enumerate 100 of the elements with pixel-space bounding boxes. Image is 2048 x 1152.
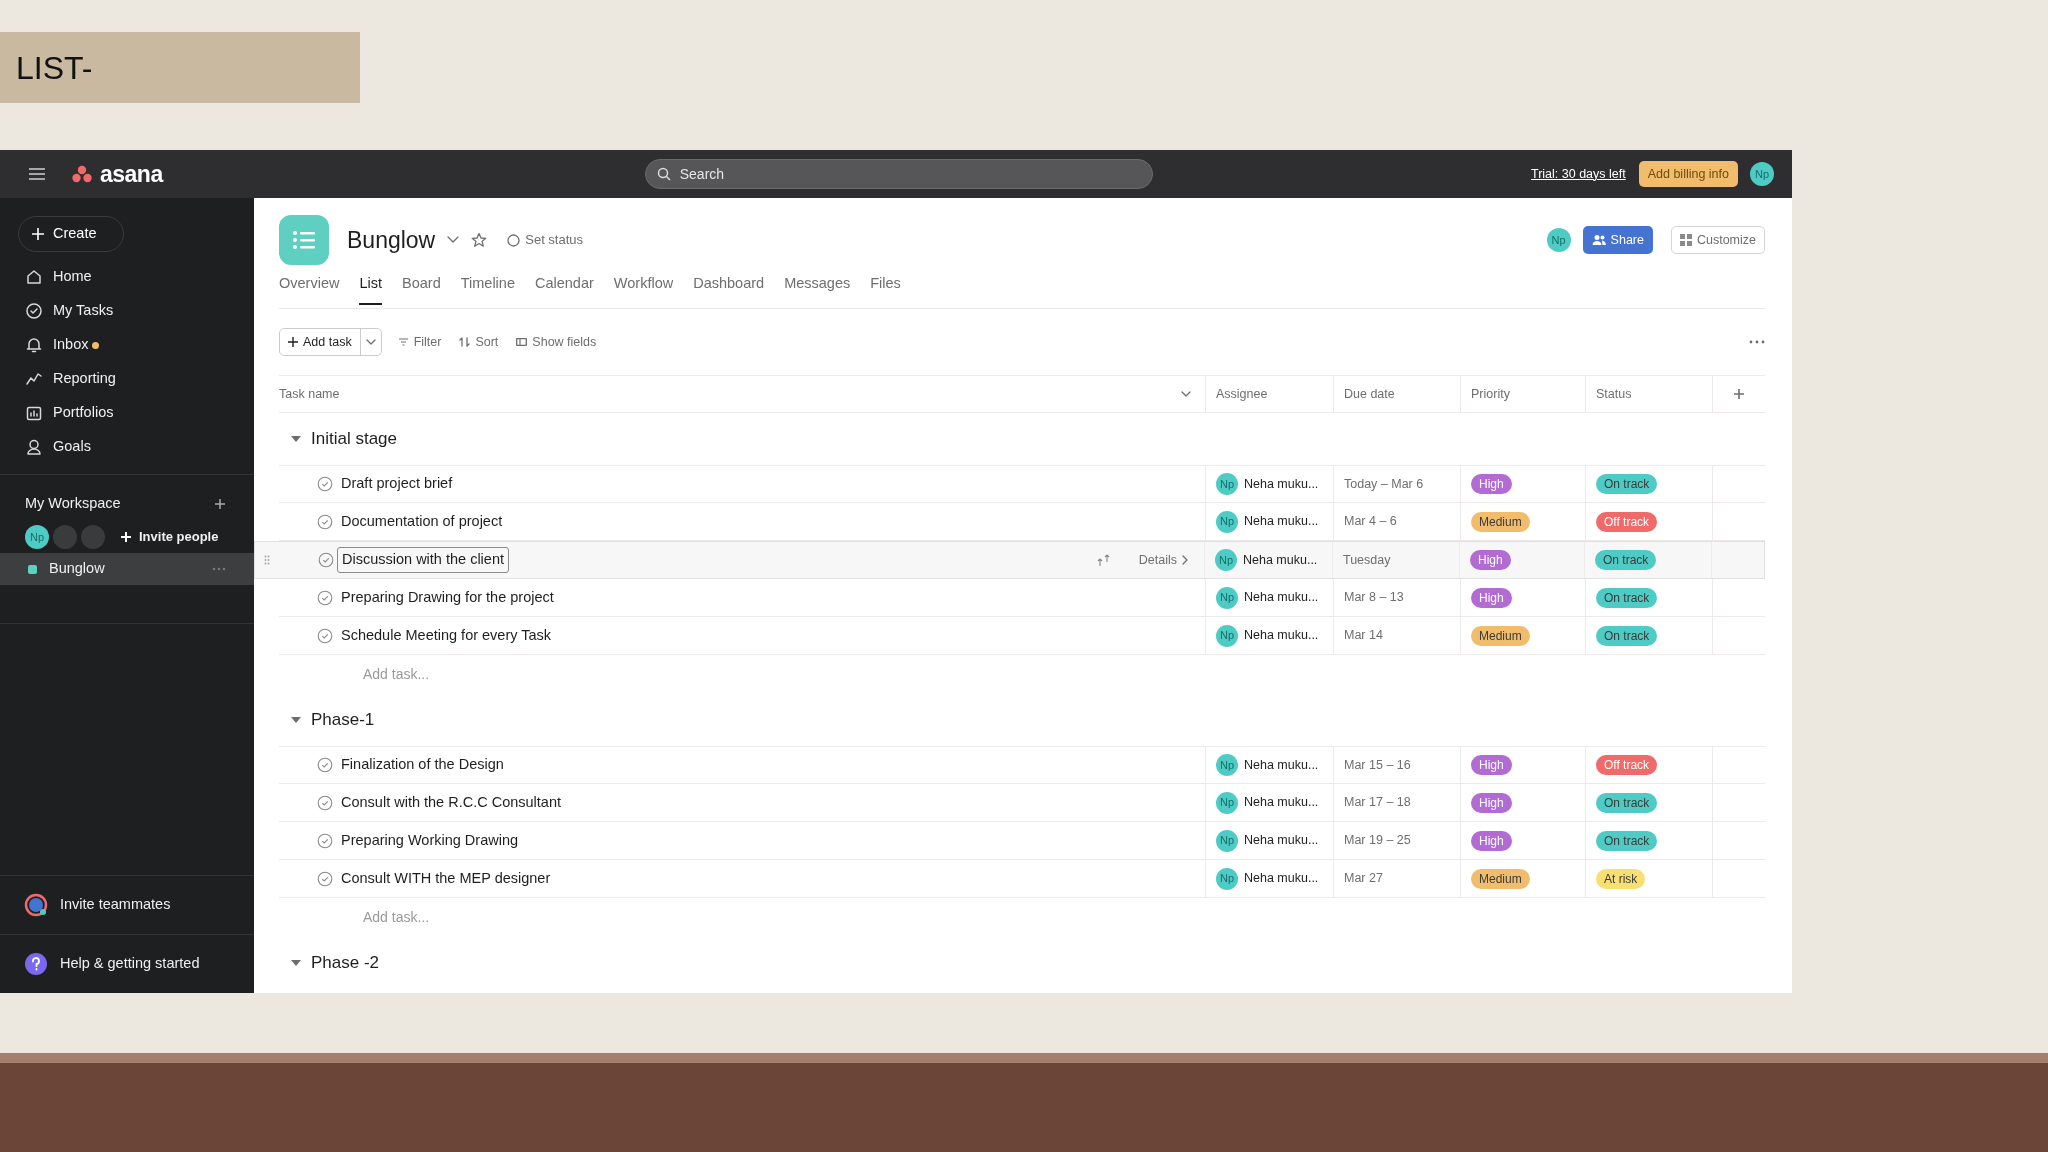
show-fields-button[interactable]: Show fields bbox=[516, 332, 597, 352]
caret-down-icon[interactable] bbox=[291, 717, 301, 723]
column-header: Due date bbox=[1344, 385, 1395, 403]
priority-tag[interactable]: Medium bbox=[1471, 625, 1530, 646]
status-tag[interactable]: Off track bbox=[1596, 511, 1658, 532]
due-date: Mar 14 bbox=[1344, 627, 1383, 645]
check-circle-icon[interactable] bbox=[317, 627, 333, 644]
nav-item[interactable]: Goals bbox=[53, 436, 91, 458]
sort-button[interactable]: Sort bbox=[459, 332, 499, 352]
status-tag[interactable]: On track bbox=[1596, 474, 1658, 494]
nav-item[interactable]: Home bbox=[53, 266, 92, 288]
member-avatar: Np bbox=[25, 525, 49, 549]
tab[interactable]: Workflow bbox=[613, 273, 674, 305]
billing-button[interactable]: Add billing info bbox=[1638, 161, 1738, 187]
priority-tag[interactable]: High bbox=[1471, 587, 1512, 608]
add-task-link[interactable]: Add task... bbox=[363, 664, 430, 685]
due-date: Today – Mar 6 bbox=[1344, 475, 1424, 493]
status-tag[interactable]: At risk bbox=[1596, 868, 1646, 889]
due-date: Mar 27 bbox=[1344, 870, 1383, 888]
status-tag[interactable]: Off track bbox=[1596, 755, 1658, 775]
tab[interactable]: Calendar bbox=[535, 273, 594, 305]
task-name: Schedule Meeting for every Task bbox=[341, 625, 552, 645]
assignee-avatar: Np bbox=[1216, 510, 1238, 533]
caret-down-icon[interactable] bbox=[291, 960, 301, 966]
search-icon bbox=[656, 167, 671, 181]
status-tag[interactable]: On track bbox=[1596, 625, 1658, 646]
project-item[interactable]: Bunglow bbox=[0, 553, 254, 585]
column-header: Task name bbox=[279, 385, 340, 403]
assignee-name: Neha muku... bbox=[1244, 513, 1319, 531]
priority-tag[interactable]: High bbox=[1471, 474, 1512, 494]
nav-item[interactable]: Reporting bbox=[53, 368, 116, 390]
check-circle-icon[interactable] bbox=[317, 757, 333, 773]
create-button[interactable]: Create bbox=[18, 216, 124, 252]
add-column-icon[interactable] bbox=[1733, 388, 1745, 400]
filter-icon bbox=[397, 337, 409, 347]
invite-teammates-link[interactable]: Invite teammates bbox=[60, 894, 171, 916]
assignee-name: Neha muku... bbox=[1243, 551, 1318, 569]
assignee-avatar: Np bbox=[1215, 549, 1237, 571]
priority-tag[interactable]: High bbox=[1471, 830, 1512, 851]
nav-item[interactable]: My Tasks bbox=[53, 300, 114, 322]
check-circle-icon[interactable] bbox=[317, 794, 333, 811]
nav-item[interactable]: Portfolios bbox=[53, 402, 114, 424]
details-button[interactable]: Details bbox=[1132, 549, 1194, 571]
tab[interactable]: Board bbox=[402, 273, 441, 305]
assignee-avatar: Np bbox=[1216, 473, 1238, 495]
project-title: Bunglow bbox=[347, 225, 436, 255]
status-tag[interactable]: On track bbox=[1596, 587, 1658, 608]
status-tag[interactable]: On track bbox=[1595, 550, 1657, 570]
set-status-button[interactable]: Set status bbox=[507, 230, 584, 250]
customize-button[interactable]: Customize bbox=[1670, 226, 1765, 254]
help-link[interactable]: Help & getting started bbox=[60, 953, 200, 975]
search-field[interactable]: Search bbox=[644, 159, 1153, 189]
user-avatar[interactable]: Np bbox=[1750, 162, 1774, 186]
check-circle-icon[interactable] bbox=[317, 870, 333, 887]
check-circle-icon[interactable] bbox=[317, 476, 333, 492]
dropdown-button[interactable] bbox=[359, 329, 381, 355]
more-icon[interactable] bbox=[1749, 340, 1765, 344]
star-icon[interactable] bbox=[471, 232, 488, 248]
trial-link[interactable]: Trial: 30 days left bbox=[1530, 164, 1626, 184]
due-date: Tuesday bbox=[1343, 551, 1391, 569]
drag-handle-icon[interactable] bbox=[264, 555, 270, 565]
add-task-link[interactable]: Add task... bbox=[363, 907, 430, 928]
subtask-icon[interactable] bbox=[1096, 553, 1111, 567]
check-circle-icon[interactable] bbox=[317, 513, 333, 530]
task-name-field[interactable]: Discussion with the client bbox=[337, 547, 509, 573]
tab[interactable]: Dashboard bbox=[693, 273, 765, 305]
check-circle-icon[interactable] bbox=[317, 832, 333, 849]
section-title: Initial stage bbox=[311, 428, 397, 451]
tab[interactable]: Messages bbox=[784, 273, 851, 305]
tab[interactable]: Files bbox=[870, 273, 901, 305]
priority-tag[interactable]: High bbox=[1471, 755, 1512, 775]
chevron-down-icon[interactable] bbox=[1181, 391, 1191, 397]
plus-icon[interactable] bbox=[214, 498, 226, 510]
nav-item[interactable]: Inbox bbox=[53, 334, 89, 356]
tab[interactable]: Timeline bbox=[460, 273, 515, 305]
logo-text: asana bbox=[100, 159, 163, 189]
share-button[interactable]: Share bbox=[1582, 226, 1653, 254]
invite-icon bbox=[24, 893, 48, 917]
priority-tag[interactable]: Medium bbox=[1471, 511, 1530, 532]
task-name: Consult WITH the MEP designer bbox=[341, 868, 551, 888]
check-circle-icon[interactable] bbox=[317, 589, 333, 606]
priority-tag[interactable]: High bbox=[1471, 792, 1512, 813]
task-name: Consult with the R.C.C Consultant bbox=[341, 792, 561, 812]
invite-link[interactable]: Invite people bbox=[139, 527, 219, 547]
due-date: Mar 8 – 13 bbox=[1344, 589, 1404, 607]
workspace-title: My Workspace bbox=[25, 494, 121, 514]
priority-tag[interactable]: Medium bbox=[1471, 868, 1530, 889]
assignee-name: Neha muku... bbox=[1244, 870, 1319, 888]
tab[interactable]: List bbox=[359, 273, 382, 305]
priority-tag[interactable]: High bbox=[1470, 550, 1511, 570]
check-circle-icon[interactable] bbox=[318, 552, 334, 568]
caret-down-icon[interactable] bbox=[291, 436, 301, 442]
tab[interactable]: Overview bbox=[279, 273, 340, 305]
status-tag[interactable]: On track bbox=[1596, 792, 1658, 813]
chevron-down-icon[interactable] bbox=[447, 236, 460, 244]
status-tag[interactable]: On track bbox=[1596, 830, 1658, 851]
more-icon[interactable] bbox=[212, 567, 226, 571]
filter-button[interactable]: Filter bbox=[397, 332, 442, 352]
task-name: Draft project brief bbox=[341, 474, 453, 494]
menu-icon[interactable] bbox=[28, 167, 46, 181]
